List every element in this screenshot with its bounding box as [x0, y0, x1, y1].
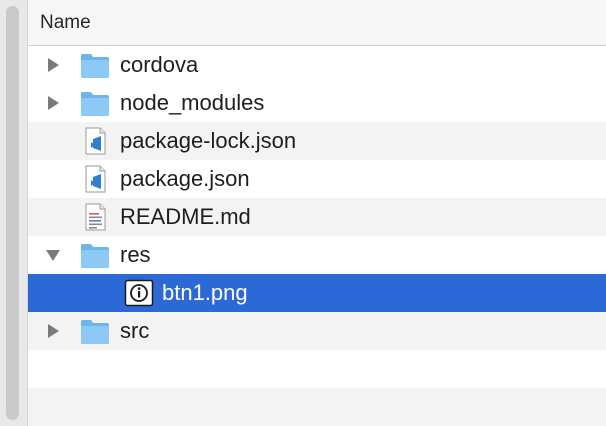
text-file-icon	[80, 203, 110, 231]
folder-row-src[interactable]: src	[28, 312, 606, 350]
row-label: cordova	[120, 52, 199, 77]
row-label: src	[120, 318, 150, 343]
disclosure-collapsed-icon[interactable]	[44, 46, 62, 84]
folder-icon	[80, 317, 110, 345]
row-label: btn1.png	[162, 280, 248, 305]
folder-row-cordova[interactable]: cordova	[28, 46, 606, 84]
empty-row	[28, 388, 606, 426]
row-label: node_modules	[120, 90, 265, 115]
file-row-readme-md[interactable]: README.md	[28, 198, 606, 236]
folder-icon	[80, 89, 110, 117]
disclosure-collapsed-icon[interactable]	[44, 312, 62, 350]
folder-row-node-modules[interactable]: node_modules	[28, 84, 606, 122]
row-label: package-lock.json	[120, 128, 297, 153]
empty-row	[28, 350, 606, 388]
file-list: Name cordova node_modules package-lock.j…	[28, 0, 606, 426]
disclosure-collapsed-icon[interactable]	[44, 84, 62, 122]
vscode-file-icon	[80, 165, 110, 193]
name-column-header[interactable]: Name	[28, 0, 606, 46]
vscode-file-icon	[80, 127, 110, 155]
file-row-btn1-png[interactable]: btn1.png	[28, 274, 606, 312]
folder-icon	[80, 51, 110, 79]
name-column-label: Name	[40, 11, 91, 33]
scrollbar-thumb[interactable]	[6, 6, 19, 420]
folder-icon	[80, 241, 110, 269]
row-label: res	[120, 242, 151, 267]
file-row-package-json[interactable]: package.json	[28, 160, 606, 198]
disclosure-expanded-icon[interactable]	[44, 236, 62, 274]
folder-row-res[interactable]: res	[28, 236, 606, 274]
file-row-package-lock-json[interactable]: package-lock.json	[28, 122, 606, 160]
row-label: README.md	[120, 204, 251, 229]
info-file-icon	[124, 279, 154, 307]
left-gutter	[0, 0, 28, 426]
row-label: package.json	[120, 166, 250, 191]
